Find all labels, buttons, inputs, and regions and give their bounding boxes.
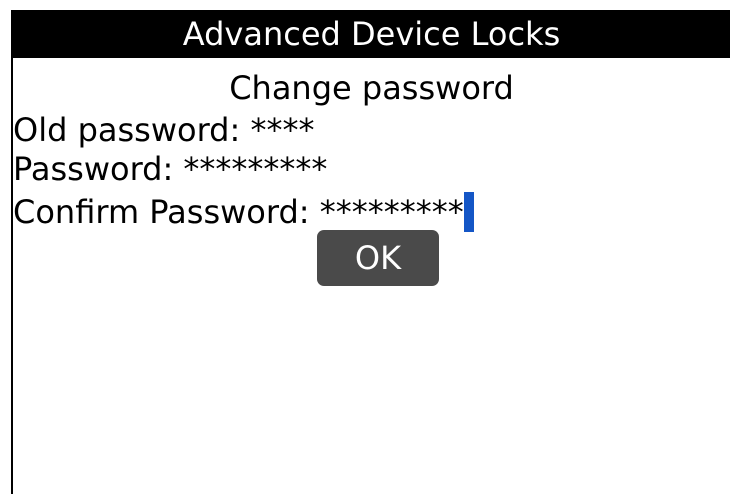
window-title: Advanced Device Locks	[182, 15, 561, 53]
old-password-label: Old password:	[13, 111, 251, 149]
text-cursor	[463, 192, 474, 232]
password-label: Password:	[13, 150, 184, 188]
old-password-field[interactable]: Old password: ****	[13, 110, 314, 150]
old-password-value[interactable]: ****	[250, 111, 314, 149]
screen: Advanced Device Locks Change password Ol…	[11, 10, 730, 494]
dialog-heading: Change password	[229, 69, 514, 107]
confirm-password-label: Confirm Password:	[13, 193, 320, 231]
password-value[interactable]: *********	[183, 150, 327, 188]
confirm-password-field[interactable]: Confirm Password: *********	[13, 192, 474, 232]
confirm-password-value[interactable]: *********	[320, 193, 464, 231]
ok-button[interactable]: OK	[317, 230, 439, 286]
title-bar: Advanced Device Locks	[13, 10, 730, 58]
password-field[interactable]: Password: *********	[13, 149, 327, 189]
